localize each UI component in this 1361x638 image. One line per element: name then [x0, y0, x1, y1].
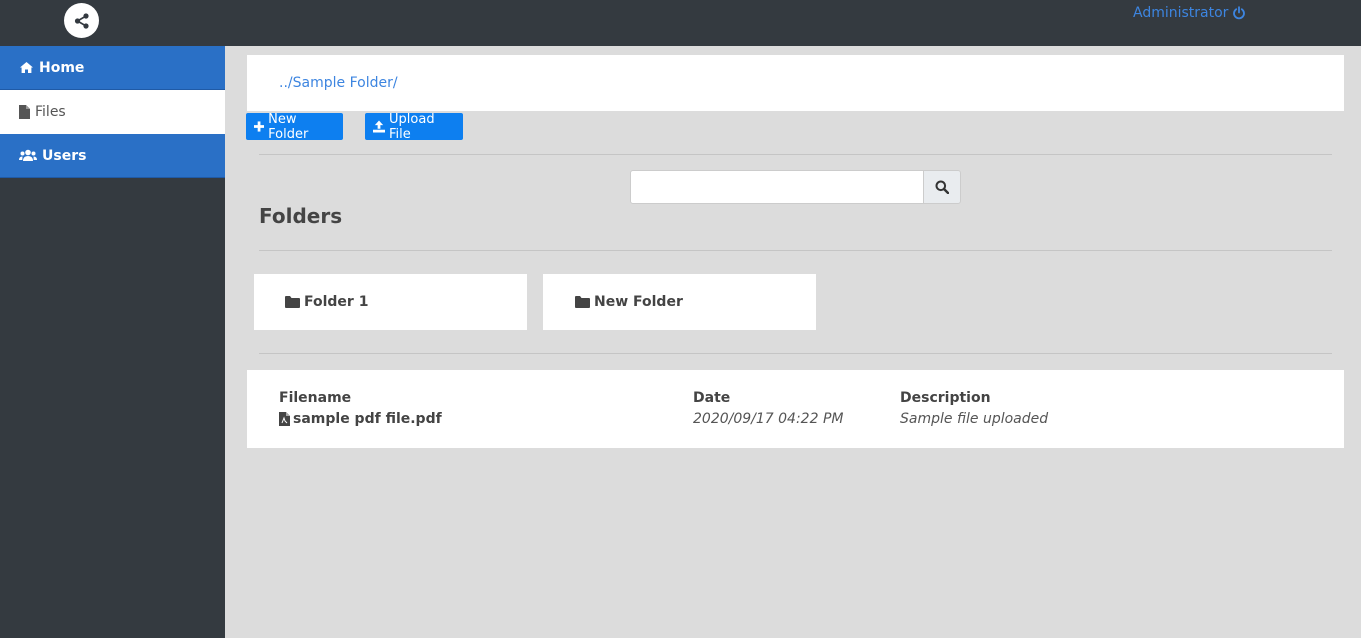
search-input[interactable] [630, 170, 924, 204]
breadcrumb-folder-link[interactable]: Sample Folder [293, 75, 393, 91]
upload-file-label: Upload File [389, 111, 435, 142]
divider [259, 250, 1332, 251]
folder-icon [575, 296, 590, 308]
share-icon [74, 12, 89, 29]
sidebar-item-files[interactable]: Files [0, 90, 225, 134]
file-description: Sample file uploaded [900, 411, 1049, 427]
logo[interactable] [64, 3, 99, 38]
sidebar: Home Files Users [0, 46, 225, 638]
sidebar-item-label: Users [42, 147, 87, 164]
new-folder-label: New Folder [268, 111, 309, 142]
search-icon [935, 180, 949, 194]
divider [259, 353, 1332, 354]
sidebar-item-label: Files [35, 104, 66, 120]
new-folder-button[interactable]: New Folder [246, 111, 343, 142]
user-menu-link[interactable]: Administrator [1133, 5, 1246, 21]
pdf-file-icon [279, 412, 290, 426]
divider [259, 154, 1332, 155]
user-label: Administrator [1133, 5, 1229, 21]
top-navbar: Administrator [0, 0, 1361, 46]
column-header-filename: Filename [279, 390, 352, 406]
folder-card[interactable]: Folder 1 [254, 274, 527, 330]
folders-heading: Folders [259, 204, 343, 228]
breadcrumb-card: ../Sample Folder/ [247, 55, 1344, 111]
search-button[interactable] [923, 170, 961, 204]
users-icon [19, 149, 37, 161]
breadcrumb-separator: / [392, 75, 398, 91]
plus-icon [254, 121, 265, 132]
file-name: sample pdf file.pdf [293, 411, 442, 427]
file-link[interactable]: sample pdf file.pdf [279, 411, 442, 427]
folder-icon [285, 296, 300, 308]
files-table: Filename Date Description sample pdf fil… [247, 370, 1344, 448]
breadcrumb: ../Sample Folder/ [279, 75, 398, 91]
home-icon [20, 62, 33, 73]
power-icon[interactable] [1232, 6, 1246, 20]
folder-name: Folder 1 [304, 294, 369, 310]
folder-name: New Folder [594, 294, 683, 310]
upload-file-button[interactable]: Upload File [365, 111, 463, 142]
folder-card[interactable]: New Folder [543, 274, 816, 330]
sidebar-item-home[interactable]: Home [0, 46, 225, 90]
file-date: 2020/09/17 04:22 PM [693, 411, 844, 427]
sidebar-item-label: Home [39, 59, 85, 76]
upload-icon [373, 120, 386, 133]
file-icon [19, 105, 30, 119]
column-header-date: Date [693, 390, 731, 406]
column-header-description: Description [900, 390, 991, 406]
sidebar-item-users[interactable]: Users [0, 134, 225, 178]
breadcrumb-parent[interactable]: ../ [279, 75, 293, 91]
